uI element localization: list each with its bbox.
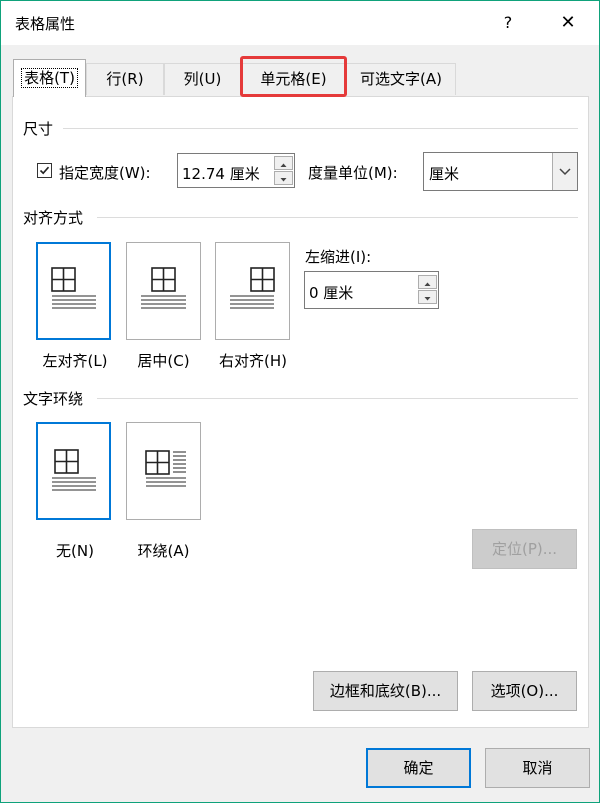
down-arrow-icon <box>424 297 431 301</box>
table-properties-dialog: 表格属性 ? ✕ 表格(T) 行(R) 列(U) 单元格(E) 可选文字(A) … <box>0 0 600 803</box>
align-center-icon <box>141 267 186 309</box>
help-button[interactable]: ? <box>494 9 522 37</box>
wrap-none-option[interactable] <box>36 422 111 520</box>
tab-column[interactable]: 列(U) <box>164 63 241 95</box>
align-left-option[interactable] <box>36 242 111 340</box>
down-arrow-icon <box>280 178 287 182</box>
size-heading: 尺寸 <box>23 120 54 138</box>
ok-button[interactable]: 确定 <box>366 748 471 788</box>
tab-row[interactable]: 行(R) <box>86 63 164 95</box>
unit-dropdown-button[interactable] <box>552 153 577 190</box>
left-indent-spinner[interactable]: 0 厘米 <box>304 271 439 309</box>
tab-table-label: 表格(T) <box>21 68 78 88</box>
close-button[interactable]: ✕ <box>554 9 582 37</box>
unit-select[interactable]: 厘米 <box>423 152 578 191</box>
wrap-around-icon <box>145 450 186 487</box>
align-right-icon <box>230 267 275 309</box>
left-indent-value: 0 厘米 <box>309 284 354 302</box>
cell-tab-highlight-box <box>240 56 347 97</box>
align-center-label: 居中(C) <box>137 352 190 370</box>
up-arrow-icon <box>424 282 431 286</box>
align-right-option[interactable] <box>215 242 290 340</box>
left-indent-label: 左缩进(I): <box>305 248 372 266</box>
borders-shading-button[interactable]: 边框和底纹(B)... <box>313 671 458 711</box>
title-bar: 表格属性 ? ✕ <box>1 1 599 45</box>
wrap-none-icon <box>52 449 96 491</box>
dialog-title: 表格属性 <box>15 15 76 33</box>
unit-value: 厘米 <box>429 165 460 183</box>
width-up-button[interactable] <box>274 156 293 170</box>
align-left-label: 左对齐(L) <box>42 352 108 370</box>
indent-up-button[interactable] <box>418 275 437 289</box>
align-center-option[interactable] <box>126 242 201 340</box>
alignment-heading: 对齐方式 <box>23 209 84 227</box>
indent-down-button[interactable] <box>418 290 437 304</box>
position-button[interactable]: 定位(P)... <box>472 529 577 569</box>
wrap-around-label: 环绕(A) <box>137 542 190 560</box>
cancel-button[interactable]: 取消 <box>485 748 590 788</box>
specify-width-label: 指定宽度(W): <box>59 164 151 182</box>
up-arrow-icon <box>280 163 287 167</box>
align-right-label: 右对齐(H) <box>219 352 287 370</box>
tab-alt-text[interactable]: 可选文字(A) <box>346 63 456 95</box>
width-value: 12.74 厘米 <box>182 165 260 183</box>
tab-table[interactable]: 表格(T) <box>13 59 86 97</box>
wrapping-heading: 文字环绕 <box>23 390 84 408</box>
width-down-button[interactable] <box>274 171 293 185</box>
unit-label: 度量单位(M): <box>308 164 398 182</box>
specify-width-checkbox[interactable] <box>37 163 52 178</box>
size-divider <box>63 128 578 129</box>
check-icon <box>39 166 50 175</box>
width-spinner[interactable]: 12.74 厘米 <box>177 153 295 188</box>
options-button[interactable]: 选项(O)... <box>472 671 577 711</box>
chevron-down-icon <box>559 168 571 176</box>
wrap-around-option[interactable] <box>126 422 201 520</box>
wrap-none-label: 无(N) <box>56 542 94 560</box>
alignment-divider <box>97 217 578 218</box>
align-left-icon <box>51 267 96 309</box>
wrapping-divider <box>97 398 578 399</box>
